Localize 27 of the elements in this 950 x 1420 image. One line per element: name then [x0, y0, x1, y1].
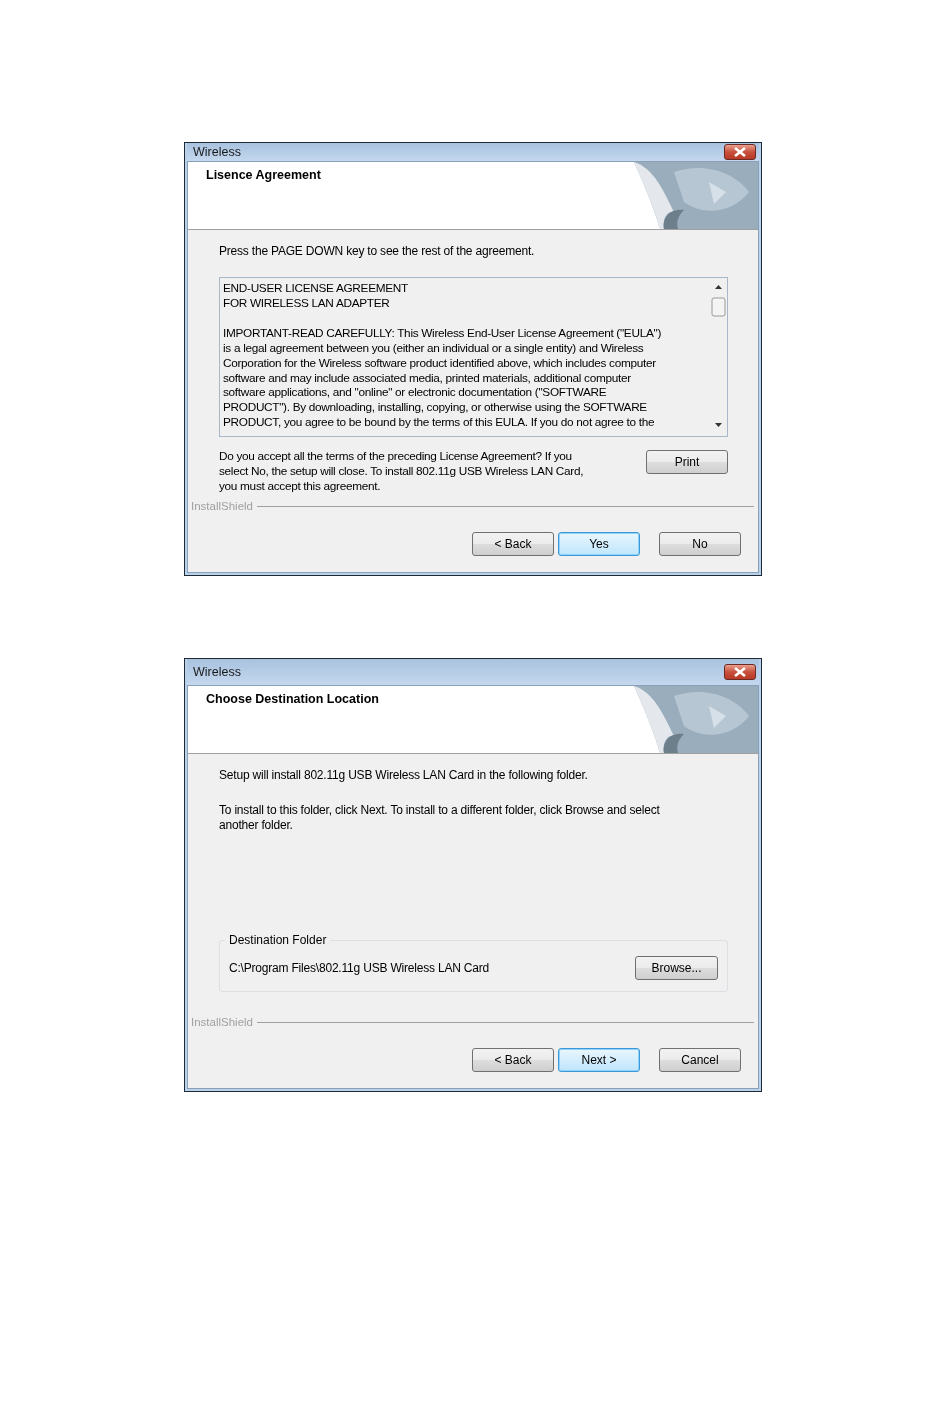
page-heading: Choose Destination Location — [206, 692, 379, 706]
accept-question-text: Do you accept all the terms of the preceding License Agreement? If you select No, the setup will close. To install 802.11g USB Wireless LAN Card, you must accept this agreement. — [219, 449, 584, 494]
close-button[interactable] — [724, 144, 756, 160]
browse-button[interactable]: Browse... — [635, 956, 718, 980]
wizard-button[interactable]: Yes — [558, 532, 640, 556]
license-text-box[interactable] — [219, 277, 728, 437]
installshield-label: InstallShield — [191, 1016, 253, 1028]
window-title: Wireless — [193, 145, 241, 159]
license-paragraph: END-USER LICENSE AGREEMENT FOR WIRELESS LAN ADAPTER — [223, 281, 409, 311]
installshield-label: InstallShield — [191, 500, 253, 512]
window-title: Wireless — [193, 665, 241, 679]
instruction-text: Press the PAGE DOWN key to see the rest of the agreement. — [219, 244, 536, 259]
page-heading: Lisence Agreement — [206, 168, 321, 182]
close-button[interactable] — [724, 664, 756, 680]
close-icon — [734, 147, 746, 157]
print-button[interactable]: Print — [646, 450, 728, 474]
wizard-button[interactable]: Cancel — [659, 1048, 741, 1072]
wizard-button[interactable]: < Back — [472, 532, 554, 556]
close-icon — [734, 667, 746, 677]
wizard-button[interactable]: < Back — [472, 1048, 554, 1072]
folder-path: C:\Program Files\802.11g USB Wireless LAN Card — [229, 961, 489, 975]
group-legend: Destination Folder — [225, 933, 331, 947]
wizard-button[interactable]: No — [659, 532, 741, 556]
instruction-text: Setup will install 802.11g USB Wireless LAN Card in the following folder. — [219, 768, 589, 783]
wizard-button[interactable]: Next > — [558, 1048, 640, 1072]
instruction-text: To install to this folder, click Next. To install to a different folder, click Browse and select another folder. — [219, 803, 661, 833]
license-paragraph: IMPORTANT-READ CAREFULLY: This Wireless End-User License Agreement ("EULA") is a legal agreement between you (either an individual or a single entity) and Wireless Corporation for the Wireless software product identified above, which includes computer software and may include associated media, printed materials, additional computer software applications, and "online" or electronic documentation ("SOFTWARE PRODUCT"). By downloading, installing, copying, or otherwise using the SOFTWARE PRODUCT, you agree to be bound by the terms of this EULA. If you do not agree to the — [223, 325, 662, 431]
